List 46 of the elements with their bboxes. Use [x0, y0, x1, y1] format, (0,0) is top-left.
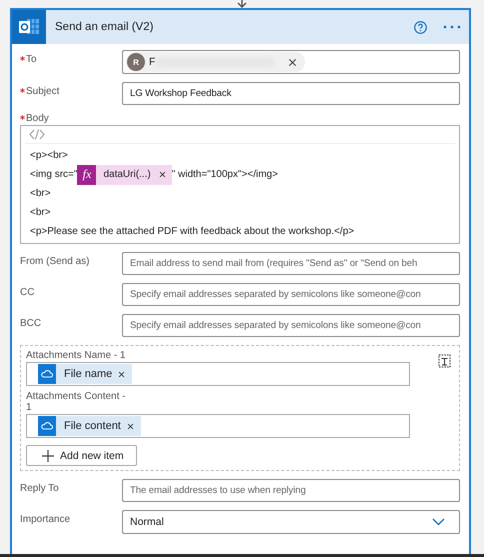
recipients-field[interactable]: R F: [122, 50, 460, 74]
text-field[interactable]: The email addresses to use when replying: [122, 479, 460, 502]
arrow-icon: [235, 0, 249, 8]
token-label: dataUri(...): [103, 169, 151, 180]
add-item-button[interactable]: Add new item: [26, 445, 137, 466]
code-text: <p>Please see the attached PDF with feedback about the workshop.</p>: [30, 226, 354, 237]
importance-dropdown[interactable]: Normal: [122, 510, 460, 534]
remove-icon[interactable]: [158, 171, 166, 178]
chevron-icon: [432, 518, 445, 526]
field-label: Attachments Content - 1: [26, 391, 126, 413]
field-label: Body: [26, 113, 49, 124]
text-field[interactable]: Specify email addresses separated by semicolons like someone@con: [122, 314, 460, 337]
token-label: File name: [63, 368, 114, 380]
code-text: <p><br>: [30, 150, 68, 161]
expression-token[interactable]: dataUri(...): [96, 164, 172, 184]
token-field[interactable]: File content: [26, 414, 410, 438]
dropdown-value: Normal: [130, 516, 164, 528]
field-label: Attachments Name - 1: [26, 350, 126, 361]
field-label: CC: [20, 287, 34, 298]
avatar-icon: R: [127, 53, 145, 71]
text-field[interactable]: Email address to send mail from (requires "Send as" or "Send on beh: [122, 252, 460, 275]
code-text: <img src=": [30, 169, 78, 180]
field-label: BCC: [20, 318, 42, 329]
recipient-text: F: [149, 56, 156, 68]
more-icon[interactable]: [443, 25, 461, 29]
field-label: Reply To: [20, 483, 59, 494]
field-label: Subject: [26, 86, 60, 97]
body-editor[interactable]: <p><br> <img src=" fx dataUri(...) " width="100px"></img> <br> <br> <p>Please see the attached PDF with feedback about the workshop.</p>: [20, 125, 460, 244]
token-label: File content: [63, 420, 122, 432]
code-text: <br>: [30, 188, 51, 199]
card-title: Send an email (V2): [54, 21, 154, 33]
code-text: " width="100px"></img>: [172, 169, 278, 180]
field-label: To: [26, 54, 37, 65]
field-label: Importance: [20, 514, 70, 525]
help-icon[interactable]: [414, 20, 427, 34]
cloud-icon: [38, 364, 56, 384]
field-label: From (Send as): [20, 256, 90, 267]
function-icon: fx: [77, 164, 96, 184]
cloud-icon: [38, 416, 56, 436]
text-field[interactable]: Specify email addresses separated by semicolons like someone@con: [122, 283, 460, 306]
token-field[interactable]: File name: [26, 362, 410, 386]
code-view-icon[interactable]: [29, 129, 45, 140]
plus-icon: [42, 450, 54, 462]
remove-icon[interactable]: [288, 58, 298, 66]
code-text: <br>: [30, 207, 51, 218]
text-field[interactable]: LG Workshop Feedback: [122, 82, 460, 105]
